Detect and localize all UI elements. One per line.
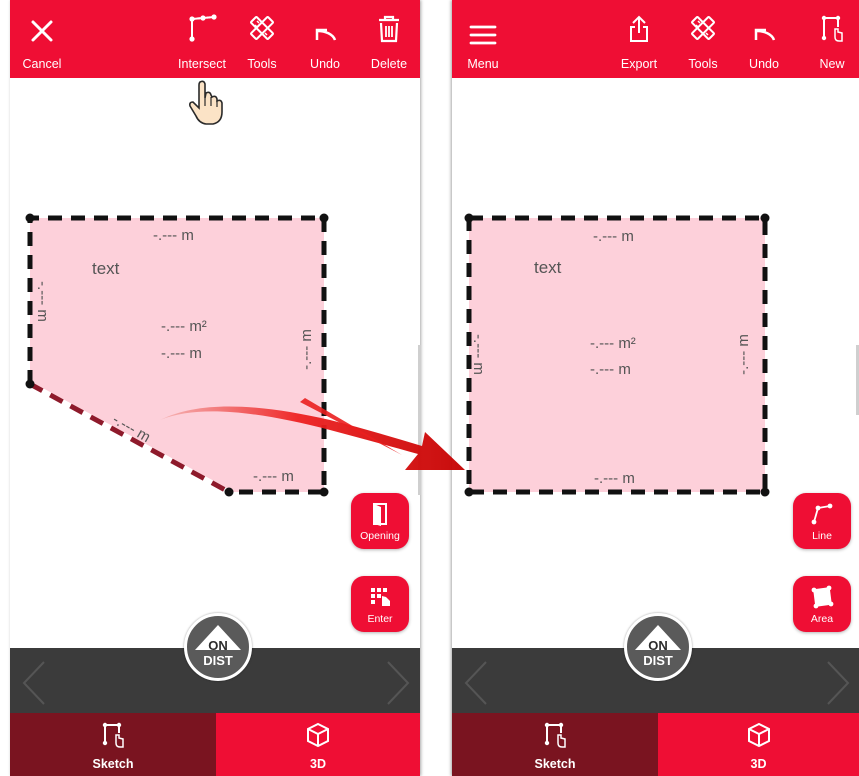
on-label: ON bbox=[648, 638, 668, 653]
top-toolbar: Cancel Intersect Tools Undo Delete bbox=[10, 0, 420, 78]
perimeter-value: -.--- m bbox=[161, 345, 202, 362]
right-edge-dimension[interactable]: -.--- m bbox=[735, 334, 752, 375]
room-shape bbox=[464, 213, 770, 497]
chevron-left-icon[interactable] bbox=[462, 660, 490, 706]
area-value: -.--- m² bbox=[161, 318, 207, 335]
tools-button[interactable]: Tools bbox=[238, 0, 286, 78]
dist-label: DIST bbox=[643, 653, 673, 668]
tools-label: Tools bbox=[688, 57, 718, 71]
pointing-hand-icon bbox=[189, 80, 223, 125]
export-button[interactable]: Export bbox=[614, 0, 664, 78]
tab-sketch[interactable]: Sketch bbox=[452, 713, 658, 776]
area-value: -.--- m² bbox=[590, 335, 636, 352]
undo-icon bbox=[754, 28, 776, 41]
sketch-icon bbox=[102, 722, 124, 748]
chevron-left-icon[interactable] bbox=[20, 660, 48, 706]
area-label: Area bbox=[810, 613, 834, 625]
new-sketch-icon bbox=[821, 15, 843, 42]
opening-label: Opening bbox=[360, 530, 400, 542]
tab-sketch[interactable]: Sketch bbox=[10, 713, 216, 776]
right-screen: Menu Export Tools Undo New text -.--- m … bbox=[452, 0, 859, 776]
tab-3d[interactable]: 3D bbox=[216, 713, 420, 776]
sketch-canvas[interactable]: text -.--- m -.--- m -.--- m² -.--- m -.… bbox=[452, 78, 859, 648]
chevron-right-icon[interactable] bbox=[384, 660, 412, 706]
trash-icon bbox=[379, 15, 399, 43]
sketch-text-note[interactable]: text bbox=[534, 258, 561, 278]
chevron-right-icon[interactable] bbox=[824, 660, 852, 706]
tab-3d-label: 3D bbox=[310, 757, 326, 771]
menu-label: Menu bbox=[467, 57, 499, 71]
delete-label: Delete bbox=[370, 57, 408, 71]
left-edge-dimension[interactable]: -.--- m bbox=[470, 334, 487, 375]
sketch-icon bbox=[544, 722, 566, 748]
cube-icon bbox=[747, 722, 770, 748]
undo-label: Undo bbox=[310, 57, 340, 71]
bottom-edge-dimension[interactable]: -.--- m bbox=[594, 470, 635, 487]
cube-icon bbox=[307, 722, 329, 748]
delete-button[interactable]: Delete bbox=[362, 0, 416, 78]
bottom-edge-dimension[interactable]: -.--- m bbox=[253, 468, 294, 485]
ruler-pencil-icon bbox=[250, 16, 274, 40]
intersect-button[interactable]: Intersect bbox=[170, 0, 234, 78]
sketch-canvas[interactable]: text -.--- m -.--- m -.--- m² -.--- m -.… bbox=[10, 78, 420, 648]
enter-label: Enter bbox=[367, 613, 393, 625]
door-icon bbox=[373, 503, 387, 526]
undo-label: Undo bbox=[749, 57, 779, 71]
tools-label: Tools bbox=[247, 57, 277, 71]
cancel-label: Cancel bbox=[22, 57, 62, 71]
new-label: New bbox=[819, 57, 845, 71]
tools-button[interactable]: Tools bbox=[680, 0, 726, 78]
top-edge-dimension[interactable]: -.--- m bbox=[153, 227, 194, 244]
export-icon bbox=[630, 15, 648, 42]
tab-sketch-label: Sketch bbox=[534, 757, 576, 771]
tab-3d[interactable]: 3D bbox=[658, 713, 859, 776]
ruler-pencil-icon bbox=[691, 16, 715, 40]
sketch-text-note[interactable]: text bbox=[92, 259, 119, 279]
keypad-icon bbox=[371, 588, 390, 606]
right-edge-dimension[interactable]: -.--- m bbox=[298, 329, 315, 370]
new-button[interactable]: New bbox=[808, 0, 856, 78]
line-tool-icon bbox=[811, 503, 833, 525]
export-label: Export bbox=[620, 57, 658, 71]
line-button[interactable]: Line bbox=[793, 493, 851, 549]
on-dist-button[interactable]: ON DIST bbox=[184, 613, 252, 681]
perimeter-value: -.--- m bbox=[590, 361, 631, 378]
area-tool-icon bbox=[811, 585, 834, 609]
tab-sketch-label: Sketch bbox=[92, 757, 134, 771]
left-screen: Cancel Intersect Tools Undo Delete text … bbox=[10, 0, 420, 776]
on-label: ON bbox=[208, 638, 228, 653]
undo-button[interactable]: Undo bbox=[742, 0, 786, 78]
scroll-edge bbox=[418, 345, 421, 495]
intersect-label: Intersect bbox=[178, 57, 226, 71]
left-edge-dimension[interactable]: -.--- m bbox=[34, 281, 51, 322]
hamburger-menu-icon bbox=[469, 25, 497, 45]
close-icon bbox=[31, 20, 53, 42]
undo-icon bbox=[315, 28, 337, 41]
cancel-button[interactable]: Cancel bbox=[12, 0, 72, 78]
on-dist-button[interactable]: ON DIST bbox=[624, 613, 692, 681]
top-edge-dimension[interactable]: -.--- m bbox=[593, 228, 634, 245]
undo-button[interactable]: Undo bbox=[302, 0, 348, 78]
tab-3d-label: 3D bbox=[750, 757, 767, 771]
dist-label: DIST bbox=[203, 653, 233, 668]
enter-button[interactable]: Enter bbox=[351, 576, 409, 632]
intersect-icon bbox=[189, 14, 217, 42]
top-toolbar: Menu Export Tools Undo New bbox=[452, 0, 859, 78]
room-shape bbox=[25, 213, 329, 497]
menu-button[interactable]: Menu bbox=[454, 0, 512, 78]
line-label: Line bbox=[812, 530, 832, 542]
opening-button[interactable]: Opening bbox=[351, 493, 409, 549]
area-button[interactable]: Area bbox=[793, 576, 851, 632]
